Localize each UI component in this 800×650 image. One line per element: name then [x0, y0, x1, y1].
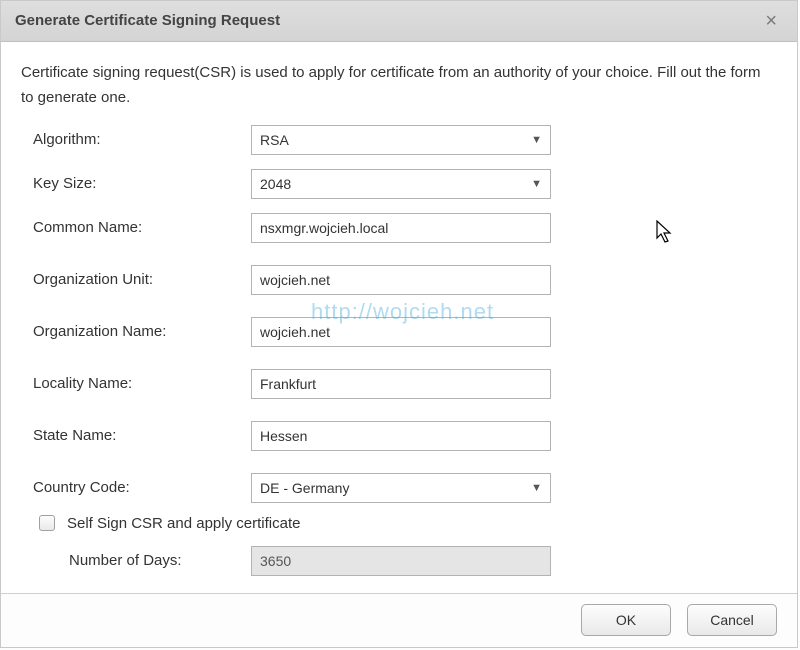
- org-name-label: Organization Name:: [21, 323, 251, 340]
- dialog-title: Generate Certificate Signing Request: [15, 12, 280, 29]
- key-size-select[interactable]: 2048 ▼: [251, 169, 551, 199]
- chevron-down-icon: ▼: [531, 134, 542, 146]
- num-days-row: Number of Days: 3650: [21, 544, 777, 578]
- cancel-button-label: Cancel: [710, 612, 754, 628]
- org-name-input[interactable]: [251, 317, 551, 347]
- self-sign-row: Self Sign CSR and apply certificate: [21, 515, 777, 532]
- algorithm-select[interactable]: RSA ▼: [251, 125, 551, 155]
- dialog-body: Certificate signing request(CSR) is used…: [1, 42, 797, 593]
- country-select[interactable]: DE - Germany ▼: [251, 473, 551, 503]
- locality-label: Locality Name:: [21, 375, 251, 392]
- titlebar: Generate Certificate Signing Request ×: [1, 1, 797, 42]
- ok-button[interactable]: OK: [581, 604, 671, 636]
- ok-button-label: OK: [616, 612, 636, 628]
- algorithm-value: RSA: [260, 132, 289, 148]
- org-name-row: Organization Name:: [21, 315, 777, 349]
- key-size-value: 2048: [260, 176, 291, 192]
- algorithm-row: Algorithm: RSA ▼: [21, 123, 777, 157]
- org-unit-label: Organization Unit:: [21, 271, 251, 288]
- org-unit-input[interactable]: [251, 265, 551, 295]
- org-unit-row: Organization Unit:: [21, 263, 777, 297]
- country-row: Country Code: DE - Germany ▼: [21, 471, 777, 505]
- locality-input[interactable]: [251, 369, 551, 399]
- common-name-input[interactable]: [251, 213, 551, 243]
- algorithm-label: Algorithm:: [21, 131, 251, 148]
- num-days-input: 3650: [251, 546, 551, 576]
- csr-dialog: Generate Certificate Signing Request × C…: [0, 0, 798, 648]
- num-days-label: Number of Days:: [21, 552, 251, 569]
- chevron-down-icon: ▼: [531, 482, 542, 494]
- chevron-down-icon: ▼: [531, 178, 542, 190]
- locality-row: Locality Name:: [21, 367, 777, 401]
- num-days-value: 3650: [260, 553, 291, 569]
- close-icon[interactable]: ×: [759, 9, 783, 33]
- dialog-description: Certificate signing request(CSR) is used…: [21, 60, 777, 111]
- common-name-row: Common Name:: [21, 211, 777, 245]
- common-name-label: Common Name:: [21, 219, 251, 236]
- cancel-button[interactable]: Cancel: [687, 604, 777, 636]
- self-sign-checkbox[interactable]: [39, 515, 55, 531]
- self-sign-label: Self Sign CSR and apply certificate: [67, 515, 300, 532]
- state-input[interactable]: [251, 421, 551, 451]
- country-label: Country Code:: [21, 479, 251, 496]
- state-label: State Name:: [21, 427, 251, 444]
- country-value: DE - Germany: [260, 480, 349, 496]
- state-row: State Name:: [21, 419, 777, 453]
- key-size-label: Key Size:: [21, 175, 251, 192]
- key-size-row: Key Size: 2048 ▼: [21, 167, 777, 201]
- dialog-footer: OK Cancel: [1, 593, 797, 647]
